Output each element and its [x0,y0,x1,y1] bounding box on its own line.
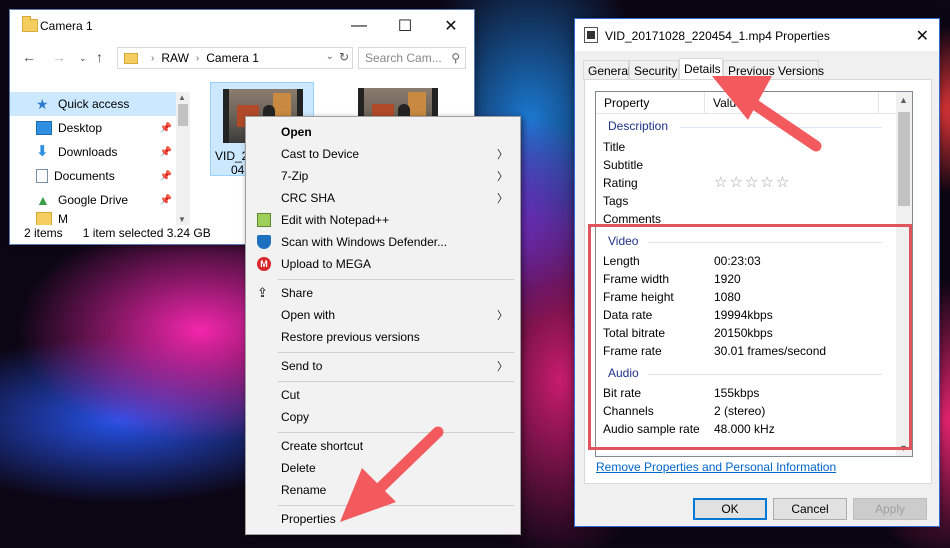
annotation-arrows [340,76,822,522]
arrow-to-properties-item-icon [340,426,444,522]
arrow-to-details-tab-icon [712,76,822,152]
